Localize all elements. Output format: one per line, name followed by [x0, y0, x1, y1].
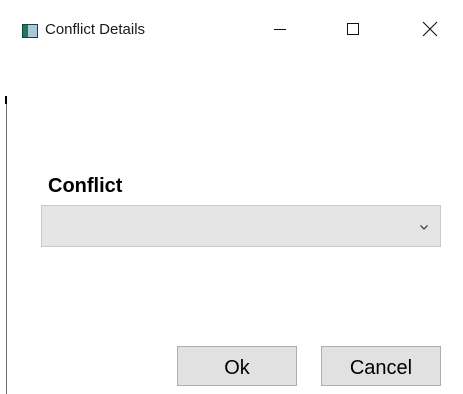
window-left-edge: [5, 96, 7, 394]
minimize-icon: [273, 22, 287, 41]
chevron-down-icon: [418, 220, 430, 232]
maximize-icon: [346, 22, 360, 41]
cancel-button[interactable]: Cancel: [321, 346, 441, 386]
ok-button[interactable]: Ok: [177, 346, 297, 386]
app-window-icon: [22, 24, 38, 38]
window-title: Conflict Details: [45, 21, 146, 38]
title-bar[interactable]: Conflict Details: [0, 0, 463, 62]
conflict-label: Conflict: [48, 175, 123, 197]
close-icon: [422, 21, 438, 42]
conflict-dropdown[interactable]: [41, 205, 441, 247]
conflict-details-window: Conflict Details Conflict Ok Cancel: [0, 0, 463, 394]
edge-notch: [5, 96, 7, 104]
maximize-button[interactable]: [330, 8, 376, 54]
minimize-button[interactable]: [257, 8, 303, 54]
close-button[interactable]: [407, 8, 453, 54]
